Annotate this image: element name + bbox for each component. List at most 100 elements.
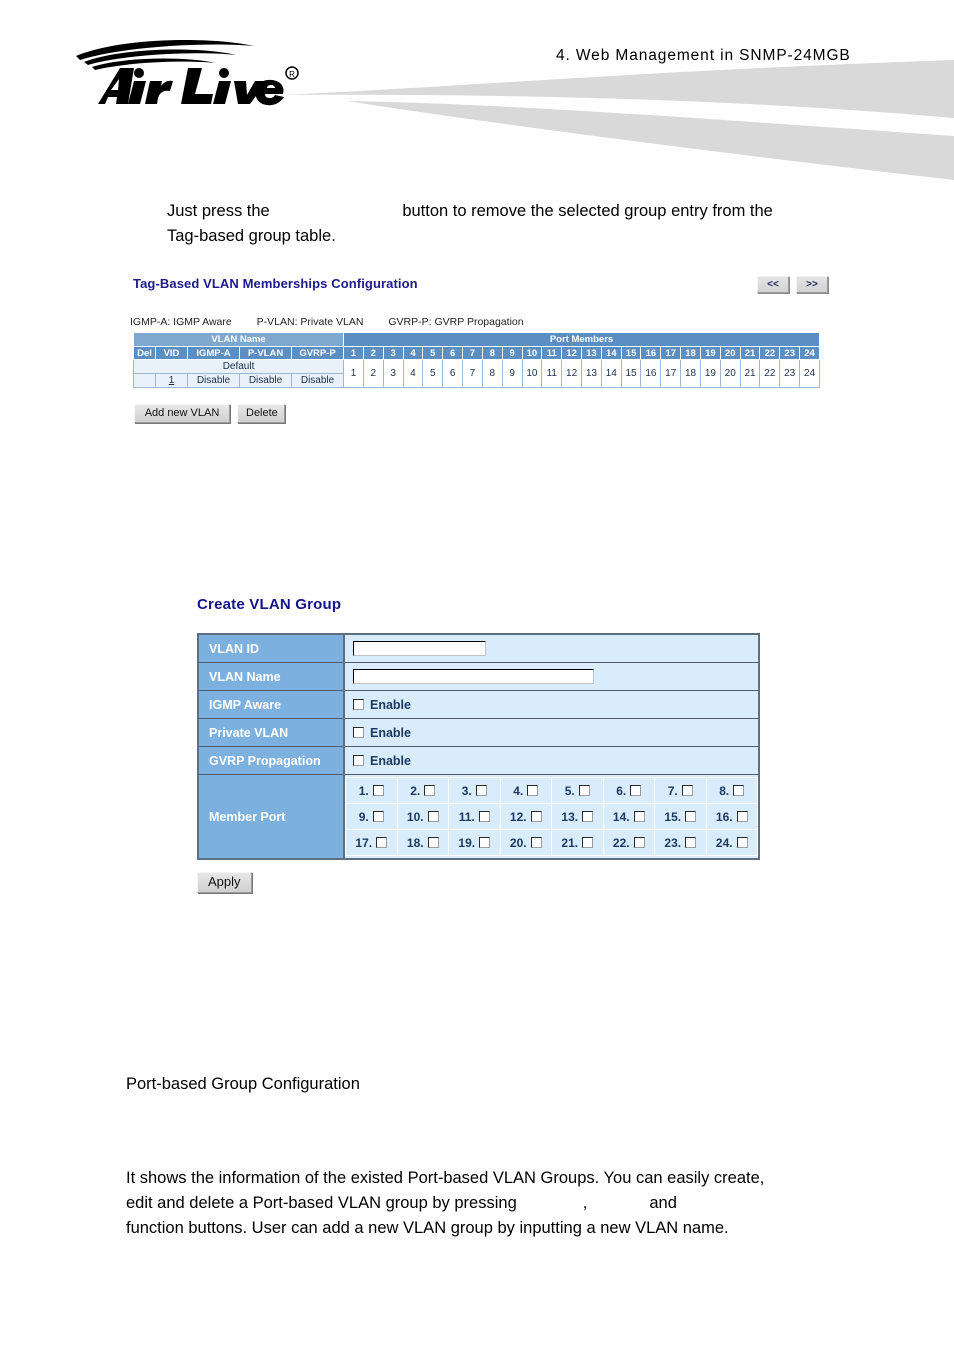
member-port-checkbox-16[interactable] — [736, 811, 748, 822]
member-port-checkbox-22[interactable] — [633, 837, 645, 848]
member-port-checkbox-24[interactable] — [736, 837, 748, 848]
row-port-22[interactable]: 22 — [759, 359, 781, 388]
apply-button[interactable]: Apply — [197, 872, 252, 894]
row-port-12[interactable]: 12 — [561, 359, 582, 388]
row-port-20[interactable]: 20 — [719, 359, 741, 388]
tag-vlan-section-heading: Tag-Based VLAN Memberships Configuration — [133, 276, 418, 291]
row-port-5[interactable]: 5 — [422, 359, 444, 388]
next-page-button[interactable]: >> — [796, 276, 828, 293]
delete-vlan-button[interactable]: Delete — [237, 404, 285, 424]
port-number-16: 16. — [715, 809, 733, 824]
member-port-cell-3[interactable]: 3. — [448, 777, 501, 804]
member-port-cell-1[interactable]: 1. — [345, 777, 398, 804]
port-number-15: 15. — [664, 809, 682, 824]
add-new-vlan-button[interactable]: Add new VLAN — [134, 404, 230, 424]
row-port-21[interactable]: 21 — [739, 359, 761, 388]
apply-button-wrapper: Apply — [197, 872, 252, 894]
member-port-cell-22[interactable]: 22. — [602, 829, 655, 856]
vid-link[interactable]: 1 — [169, 375, 175, 386]
member-port-cell-5[interactable]: 5. — [551, 777, 604, 804]
label-private-vlan: Private VLAN — [197, 718, 345, 747]
row-port-23[interactable]: 23 — [779, 359, 801, 388]
member-port-cell-14[interactable]: 14. — [602, 803, 655, 830]
member-port-cell-17[interactable]: 17. — [345, 829, 398, 856]
row-port-24[interactable]: 24 — [799, 359, 820, 388]
member-port-checkbox-6[interactable] — [630, 785, 642, 796]
member-port-checkbox-19[interactable] — [479, 837, 491, 848]
row-port-11[interactable]: 11 — [541, 359, 563, 388]
member-port-checkbox-5[interactable] — [578, 785, 590, 796]
port-number-21: 21. — [561, 835, 579, 850]
member-port-cell-8[interactable]: 8. — [705, 777, 758, 804]
member-port-cell-11[interactable]: 11. — [448, 803, 501, 830]
member-port-checkbox-10[interactable] — [427, 811, 439, 822]
row-port-14[interactable]: 14 — [600, 359, 622, 388]
member-port-cell-18[interactable]: 18. — [396, 829, 449, 856]
row-port-16[interactable]: 16 — [640, 359, 662, 388]
member-port-cell-20[interactable]: 20. — [499, 829, 552, 856]
member-port-cell-12[interactable]: 12. — [499, 803, 552, 830]
member-port-checkbox-23[interactable] — [685, 837, 697, 848]
col-port-22: 22 — [759, 346, 781, 360]
member-port-cell-24[interactable]: 24. — [705, 829, 758, 856]
gvrp-propagation-checkbox[interactable] — [353, 755, 364, 766]
row-port-1[interactable]: 1 — [343, 359, 364, 388]
vlan-id-input[interactable] — [353, 641, 486, 656]
member-port-cell-15[interactable]: 15. — [654, 803, 707, 830]
member-port-checkbox-21[interactable] — [582, 837, 594, 848]
port-number-20: 20. — [509, 835, 527, 850]
member-port-checkbox-3[interactable] — [475, 785, 487, 796]
member-port-cell-21[interactable]: 21. — [551, 829, 604, 856]
col-port-5: 5 — [422, 346, 444, 360]
row-port-7[interactable]: 7 — [462, 359, 483, 388]
row-port-15[interactable]: 15 — [620, 359, 642, 388]
member-port-checkbox-8[interactable] — [733, 785, 745, 796]
member-port-checkbox-9[interactable] — [372, 811, 384, 822]
member-port-checkbox-17[interactable] — [376, 837, 388, 848]
private-vlan-checkbox[interactable] — [353, 727, 364, 738]
row-port-2[interactable]: 2 — [362, 359, 384, 388]
prev-page-button[interactable]: << — [757, 276, 789, 293]
col-port-19: 19 — [699, 346, 721, 360]
row-port-9[interactable]: 9 — [501, 359, 523, 388]
member-port-checkbox-18[interactable] — [427, 837, 439, 848]
row-port-18[interactable]: 18 — [680, 359, 701, 388]
row-port-17[interactable]: 17 — [660, 359, 682, 388]
member-port-checkbox-1[interactable] — [372, 785, 384, 796]
member-port-cell-10[interactable]: 10. — [396, 803, 449, 830]
member-port-cell-13[interactable]: 13. — [551, 803, 604, 830]
row-port-13[interactable]: 13 — [581, 359, 602, 388]
member-port-checkbox-2[interactable] — [424, 785, 436, 796]
row-port-8[interactable]: 8 — [481, 359, 503, 388]
member-port-cell-2[interactable]: 2. — [396, 777, 449, 804]
member-port-cell-6[interactable]: 6. — [602, 777, 655, 804]
igmp-aware-checkbox[interactable] — [353, 699, 364, 710]
member-port-checkbox-13[interactable] — [582, 811, 594, 822]
row-port-4[interactable]: 4 — [402, 359, 424, 388]
member-port-cell-19[interactable]: 19. — [448, 829, 501, 856]
member-port-checkbox-20[interactable] — [530, 837, 542, 848]
row-del-checkbox-cell[interactable] — [133, 373, 156, 388]
member-port-checkbox-15[interactable] — [685, 811, 697, 822]
row-port-3[interactable]: 3 — [382, 359, 404, 388]
member-port-checkbox-7[interactable] — [681, 785, 693, 796]
vlan-name-input[interactable] — [353, 669, 594, 684]
port-number-14: 14. — [612, 809, 630, 824]
intro-text-line2: Tag-based group table. — [167, 227, 336, 245]
member-port-cell-16[interactable]: 16. — [705, 803, 758, 830]
port-based-line2-and: and — [649, 1194, 677, 1212]
col-port-14: 14 — [600, 346, 622, 360]
member-port-checkbox-4[interactable] — [527, 785, 539, 796]
member-port-cell-4[interactable]: 4. — [499, 777, 552, 804]
row-port-19[interactable]: 19 — [699, 359, 721, 388]
row-port-6[interactable]: 6 — [442, 359, 464, 388]
port-number-18: 18. — [406, 835, 424, 850]
member-port-cell-7[interactable]: 7. — [654, 777, 707, 804]
member-port-checkbox-14[interactable] — [633, 811, 645, 822]
member-port-checkbox-12[interactable] — [530, 811, 542, 822]
member-port-checkbox-11[interactable] — [478, 811, 490, 822]
row-port-10[interactable]: 10 — [521, 359, 543, 388]
member-port-cell-9[interactable]: 9. — [345, 803, 398, 830]
member-port-cell-23[interactable]: 23. — [654, 829, 707, 856]
port-number-2: 2. — [410, 783, 421, 798]
